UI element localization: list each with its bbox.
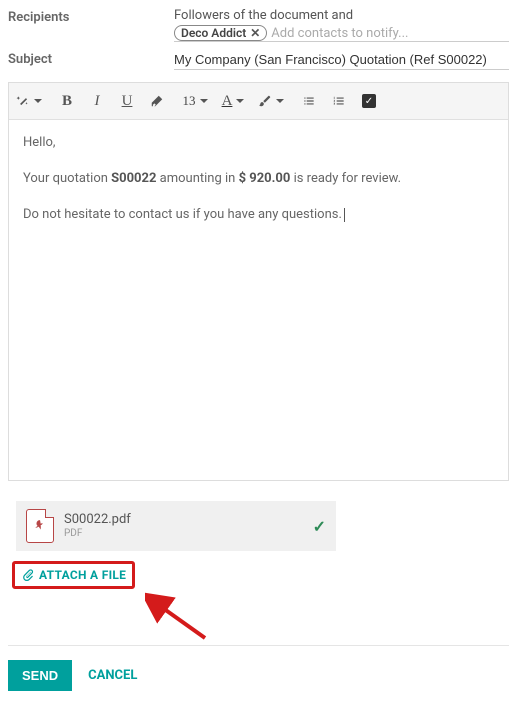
attach-file-button[interactable]: ATTACH A FILE [21,568,126,582]
highlight-dropdown[interactable] [257,87,285,115]
recipients-label: Recipients [8,8,174,42]
eraser-icon [150,94,164,108]
text-cursor [344,208,345,222]
list-ol-icon [332,94,346,108]
italic-button[interactable]: I [83,87,111,115]
text-color-dropdown[interactable]: A [219,87,247,115]
recipient-chip-label: Deco Addict [181,26,246,40]
recipients-prefix: Followers of the document and [174,8,509,23]
font-size-dropdown[interactable]: 13 [181,87,209,115]
attach-file-label: ATTACH A FILE [39,568,126,582]
quotation-amount: $ 920.00 [239,171,291,186]
subject-row: Subject [8,50,509,70]
list-ul-icon [302,94,316,108]
subject-label: Subject [8,50,174,70]
recipients-placeholder[interactable]: Add contacts to notify... [271,26,408,41]
body-hello: Hello, [23,132,494,154]
subject-input[interactable] [174,50,509,70]
recipients-row: Recipients Followers of the document and… [8,8,509,42]
style-dropdown[interactable] [15,87,43,115]
pdf-file-icon [26,509,54,543]
attachment-type: PDF [64,528,303,540]
body-line-2: Do not hesitate to contact us if you hav… [23,204,494,226]
attachment-card[interactable]: S00022.pdf PDF ✓ [16,501,336,551]
footer-divider [8,645,509,646]
brush-icon [258,94,272,108]
close-icon[interactable]: ✕ [250,26,260,40]
check-icon: ✓ [313,517,326,536]
remove-format-button[interactable] [143,87,171,115]
annotation-arrow-icon [145,588,225,648]
checklist-button[interactable]: ✓ [355,87,383,115]
send-button[interactable]: SEND [8,660,72,691]
attachment-info: S00022.pdf PDF [64,512,303,540]
body-line-1: Your quotation S00022 amounting in $ 920… [23,168,494,190]
recipient-chip[interactable]: Deco Addict ✕ [174,25,267,41]
underline-button[interactable]: U [113,87,141,115]
checkbox-icon: ✓ [362,94,376,108]
editor-toolbar: B I U 13 A ✓ [9,83,508,120]
editor-body[interactable]: Hello, Your quotation S00022 amounting i… [9,120,508,480]
quotation-ref: S00022 [111,171,156,186]
recipients-field[interactable]: Followers of the document and Deco Addic… [174,8,509,42]
attachment-name: S00022.pdf [64,512,303,528]
bold-button[interactable]: B [53,87,81,115]
unordered-list-button[interactable] [295,87,323,115]
cancel-button[interactable]: CANCEL [88,668,137,683]
footer-actions: SEND CANCEL [8,660,509,691]
magic-wand-icon [16,94,30,108]
attach-file-highlight: ATTACH A FILE [12,561,135,589]
editor: B I U 13 A ✓ Hello, Your qu [8,82,509,481]
ordered-list-button[interactable] [325,87,353,115]
paperclip-icon [21,568,35,582]
